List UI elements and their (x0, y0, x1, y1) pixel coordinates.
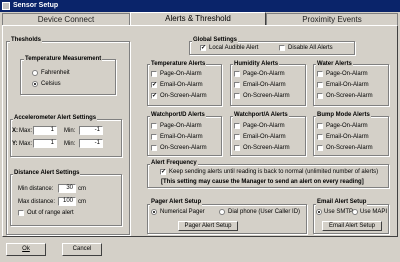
temp-screen-checkbox[interactable]: ✓ (151, 93, 157, 99)
water-page-checkbox[interactable] (317, 71, 323, 77)
alert-frequency-title: Alert Frequency (150, 160, 198, 167)
watchport-a-email-label: Email-On-Alarm (243, 134, 286, 140)
temp-email-checkbox[interactable]: ✓ (151, 82, 157, 88)
out-of-range-checkbox[interactable] (18, 210, 24, 216)
bump-page-label: Page-On-Alarm (326, 123, 368, 129)
humidity-alerts-title: Humidity Alerts (233, 61, 280, 68)
watchport-d-alerts-title: Watchport/D Alerts (150, 112, 206, 119)
keep-sending-checkbox[interactable]: ✓ (160, 169, 166, 175)
use-mapi-radio[interactable] (352, 209, 358, 215)
humidity-page-label: Page-On-Alarm (243, 71, 285, 77)
numerical-pager-label: Numerical Pager (160, 209, 205, 215)
out-of-range-label: Out of range alert (27, 210, 74, 216)
thresholds-title: Thesholds (10, 37, 43, 44)
watchport-d-email-label: Email-On-Alarm (160, 134, 203, 140)
humidity-email-label: Email-On-Alarm (243, 82, 286, 88)
tab-proximity-events[interactable]: Proximity Events (266, 13, 398, 25)
x-max-label: Max: (19, 128, 33, 134)
temp-page-label: Page-On-Alarm (160, 71, 202, 77)
fahrenheit-radio[interactable] (32, 70, 38, 76)
temp-page-checkbox[interactable] (151, 71, 157, 77)
watchport-a-email-checkbox[interactable] (234, 134, 240, 140)
max-distance-input[interactable]: 100 (58, 197, 76, 206)
temp-screen-label: On-Screen-Alarm (160, 93, 207, 99)
water-email-checkbox[interactable] (317, 82, 323, 88)
tab-device-connect[interactable]: Device Connect (2, 13, 130, 25)
water-page-label: Page-On-Alarm (326, 71, 368, 77)
temperature-alerts-title: Temperature Alerts (150, 61, 207, 68)
disable-all-checkbox[interactable] (279, 45, 285, 51)
celsius-radio[interactable] (32, 81, 38, 87)
watchport-d-screen-checkbox[interactable] (151, 145, 157, 151)
humidity-email-checkbox[interactable] (234, 82, 240, 88)
min-distance-label: Min distance: (18, 186, 54, 192)
fahrenheit-label: Fahrenheit (41, 70, 70, 76)
watchport-d-page-checkbox[interactable] (151, 123, 157, 129)
min-distance-input[interactable]: 30 (58, 184, 76, 193)
water-alerts-title: Water Alerts (316, 61, 353, 68)
pager-alert-setup-button[interactable]: Pager Alert Setup (178, 221, 238, 231)
celsius-label: Celsius (41, 81, 61, 87)
y-min-label: Min: (64, 141, 76, 147)
tab-alerts-threshold[interactable]: Alerts & Threshold (130, 12, 266, 26)
humidity-screen-checkbox[interactable] (234, 93, 240, 99)
local-audible-checkbox[interactable]: ✓ (200, 45, 206, 51)
y-max-input[interactable]: 1 (33, 139, 57, 148)
dial-phone-radio[interactable] (219, 209, 225, 215)
accelerometer-group (10, 119, 122, 157)
use-smtp-radio[interactable] (316, 209, 322, 215)
watchport-a-page-checkbox[interactable] (234, 123, 240, 129)
watchport-d-email-checkbox[interactable] (151, 134, 157, 140)
temperature-measurement-title: Temperature Measurement (24, 56, 103, 63)
watchport-a-alerts-title: Watchport/A Alerts (233, 112, 289, 119)
bump-screen-label: On-Screen-Alarm (326, 145, 373, 151)
watchport-d-screen-label: On-Screen-Alarm (160, 145, 207, 151)
humidity-page-checkbox[interactable] (234, 71, 240, 77)
ok-button[interactable]: Ok (6, 243, 46, 256)
max-distance-unit: cm (78, 199, 86, 205)
y-max-label: Max: (19, 141, 33, 147)
bump-mode-alerts-title: Bump Mode Alerts (316, 112, 371, 119)
cancel-button[interactable]: Cancel (62, 243, 102, 256)
y-min-input[interactable]: -1 (79, 139, 103, 148)
app-icon (2, 2, 10, 10)
global-settings-title: Global Settings (192, 37, 239, 44)
y-axis-label: Y: (12, 141, 18, 147)
bump-screen-checkbox[interactable] (317, 145, 323, 151)
distance-title: Distance Alert Settings (13, 170, 81, 177)
disable-all-label: Disable All Alerts (288, 45, 333, 51)
watchport-a-screen-checkbox[interactable] (234, 145, 240, 151)
temp-email-label: Email-On-Alarm (160, 82, 203, 88)
email-alert-title: Email Alert Setup (316, 199, 368, 206)
water-email-label: Email-On-Alarm (326, 82, 369, 88)
use-mapi-label: Use MAPI (360, 209, 388, 215)
frequency-warning: [This setting may cause the Manager to s… (161, 179, 364, 185)
email-alert-setup-button[interactable]: Email Alert Setup (322, 221, 382, 231)
use-smtp-label: Use SMTP (324, 209, 354, 215)
x-max-input[interactable]: 1 (33, 126, 57, 135)
bump-email-label: Email-On-Alarm (326, 134, 369, 140)
numerical-pager-radio[interactable] (151, 209, 157, 215)
accelerometer-title: Accelerometer Alert Settings (13, 115, 98, 122)
pager-alert-title: Pager Alert Setup (150, 199, 203, 206)
water-screen-checkbox[interactable] (317, 93, 323, 99)
min-distance-unit: cm (78, 186, 86, 192)
keep-sending-label: Keep sending alerts until reading is bac… (169, 169, 379, 175)
x-axis-label: X: (12, 128, 18, 134)
bump-page-checkbox[interactable] (317, 123, 323, 129)
watchport-a-screen-label: On-Screen-Alarm (243, 145, 290, 151)
x-min-label: Min: (64, 128, 76, 134)
dial-phone-label: Dial phone (User Caller ID) (228, 209, 301, 215)
max-distance-label: Max distance: (18, 199, 56, 205)
temperature-measurement-group (20, 59, 116, 95)
x-min-input[interactable]: -1 (79, 126, 103, 135)
watchport-a-page-label: Page-On-Alarm (243, 123, 285, 129)
title-bar: Sensor Setup (0, 0, 400, 12)
local-audible-label: Local Audible Alert (209, 45, 259, 51)
watchport-d-page-label: Page-On-Alarm (160, 123, 202, 129)
window-title: Sensor Setup (13, 2, 59, 9)
water-screen-label: On-Screen-Alarm (326, 93, 373, 99)
bump-email-checkbox[interactable] (317, 134, 323, 140)
humidity-screen-label: On-Screen-Alarm (243, 93, 290, 99)
